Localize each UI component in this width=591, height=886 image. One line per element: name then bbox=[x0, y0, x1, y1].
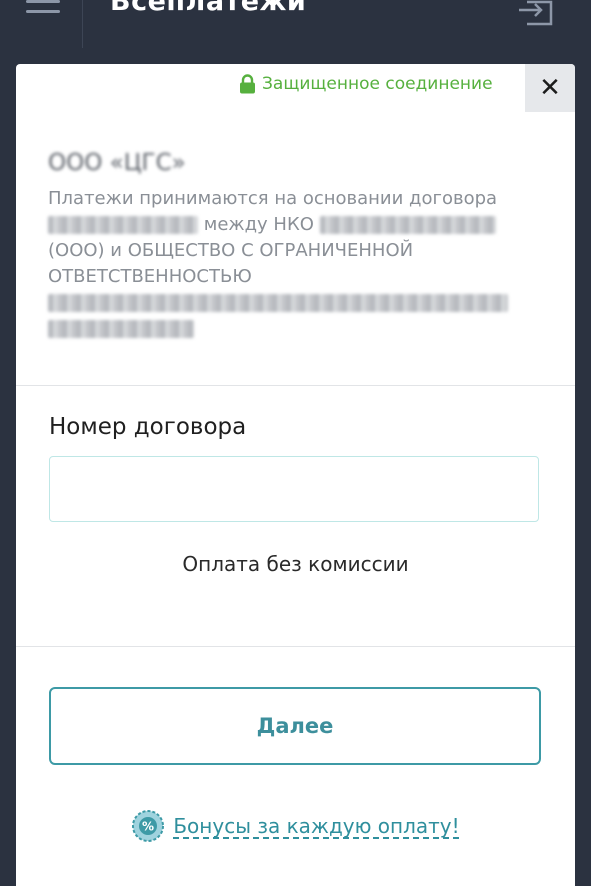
app-title: Всеплатежи bbox=[110, 0, 307, 17]
top-bar: Всеплатежи bbox=[0, 0, 591, 48]
bonus-link[interactable]: % Бонусы за каждую оплату! bbox=[16, 809, 575, 843]
redacted-contract-number bbox=[48, 216, 198, 234]
redacted-company-details-2 bbox=[48, 320, 194, 338]
close-icon: ✕ bbox=[539, 73, 561, 103]
svg-text:%: % bbox=[142, 820, 154, 834]
login-icon[interactable] bbox=[517, 0, 557, 26]
secure-connection-label: Защищенное соединение bbox=[262, 74, 493, 94]
payment-card: Защищенное соединение ✕ ООО «ЦГС» Платеж… bbox=[16, 64, 575, 886]
bonus-link-label: Бонусы за каждую оплату! bbox=[173, 814, 460, 838]
hamburger-menu-icon[interactable] bbox=[26, 0, 60, 20]
close-button[interactable]: ✕ bbox=[525, 64, 575, 112]
organization-description: Платежи принимаются на основании договор… bbox=[48, 186, 543, 342]
section-divider-2 bbox=[16, 646, 575, 647]
contract-number-label: Номер договора bbox=[49, 414, 247, 440]
contract-number-input[interactable] bbox=[49, 456, 539, 522]
secure-connection-badge: Защищенное соединение bbox=[239, 74, 493, 94]
lock-icon bbox=[240, 74, 255, 94]
desc-part-3: (ООО) и ОБЩЕСТВО С ОГРАНИЧЕННОЙ ОТВЕТСТВ… bbox=[48, 240, 414, 287]
desc-part-1: Платежи принимаются на основании договор… bbox=[48, 188, 498, 209]
next-button[interactable]: Далее bbox=[49, 687, 541, 765]
fee-note: Оплата без комиссии bbox=[182, 552, 409, 576]
section-divider bbox=[16, 385, 575, 386]
organization-name: ООО «ЦГС» bbox=[48, 150, 186, 176]
redacted-nko-name bbox=[319, 216, 496, 234]
organization-info: ООО «ЦГС» Платежи принимаются на основан… bbox=[48, 150, 543, 342]
top-bar-divider bbox=[82, 0, 83, 48]
desc-part-2: между НКО bbox=[203, 214, 314, 235]
redacted-company-details bbox=[48, 294, 508, 312]
bonus-badge-icon: % bbox=[132, 810, 165, 842]
